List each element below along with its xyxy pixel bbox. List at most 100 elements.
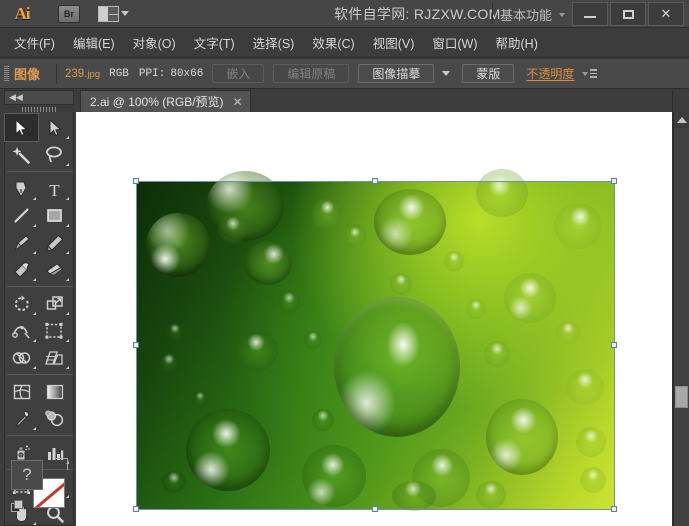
ppi-label: PPI:	[138, 67, 166, 80]
titlebar-divider	[492, 3, 493, 24]
pen-tool[interactable]	[5, 175, 38, 202]
rectangle-tool[interactable]	[38, 202, 71, 229]
direct-selection-tool[interactable]	[38, 114, 71, 141]
droplet-small	[218, 215, 248, 243]
bridge-icon[interactable]: Br	[58, 4, 80, 23]
app-logo-icon: Ai	[14, 3, 31, 23]
droplet-small	[576, 427, 606, 457]
droplet-small	[556, 321, 580, 345]
droplet	[302, 445, 366, 507]
tool-divider	[7, 286, 73, 287]
fill-swatch[interactable]: ?	[11, 460, 43, 490]
collapse-panel-button[interactable]: ◀◀	[4, 90, 74, 105]
rotate-tool[interactable]	[5, 290, 38, 317]
image-trace-button[interactable]: 图像描摹	[358, 64, 435, 83]
blend-tool[interactable]	[38, 405, 71, 432]
panel-menu-lines-icon	[590, 69, 598, 78]
line-segment-tool[interactable]	[5, 202, 38, 229]
droplet	[146, 213, 210, 277]
droplet-small	[392, 481, 436, 511]
menu-type[interactable]: 文字(T)	[186, 30, 243, 55]
chevron-down-icon	[559, 12, 566, 17]
control-divider	[56, 63, 58, 84]
menu-edit[interactable]: 编辑(E)	[65, 30, 123, 55]
control-panel-menu-icon[interactable]	[582, 69, 598, 78]
embed-button[interactable]: 嵌入	[212, 64, 265, 83]
droplet	[476, 169, 528, 217]
selection-handle-n[interactable]	[372, 178, 378, 184]
droplet-small	[312, 409, 334, 431]
selection-handle-e[interactable]	[611, 342, 617, 348]
menu-help[interactable]: 帮助(H)	[488, 30, 546, 55]
document-tab[interactable]: 2.ai @ 100% (RGB/预览) ✕	[80, 90, 251, 112]
blob-brush-tool[interactable]	[5, 256, 38, 283]
droplet-small	[166, 323, 184, 341]
image-trace-split-button[interactable]: 图像描摹	[358, 64, 453, 83]
arrange-documents-icon[interactable]	[98, 5, 129, 22]
droplet	[236, 331, 278, 371]
pencil-tool[interactable]	[38, 229, 71, 256]
droplet-small	[390, 273, 412, 295]
selection-handle-nw[interactable]	[133, 178, 139, 184]
mesh-tool[interactable]	[5, 378, 38, 405]
paintbrush-tool[interactable]	[5, 229, 38, 256]
default-fill-stroke-icon[interactable]	[11, 500, 24, 513]
chevron-down-icon	[582, 71, 589, 76]
droplet-small	[444, 251, 464, 271]
selection-handle-w[interactable]	[133, 342, 139, 348]
scrollbar-track[interactable]	[674, 128, 689, 526]
swap-fill-stroke-icon[interactable]	[56, 458, 68, 470]
edit-original-button[interactable]: 编辑原稿	[273, 64, 350, 83]
vertical-scrollbar[interactable]	[673, 112, 689, 526]
droplet-small	[278, 291, 300, 313]
opacity-label[interactable]: 不透明度	[526, 65, 574, 82]
shape-builder-tool[interactable]	[5, 344, 38, 371]
chevron-down-icon	[121, 11, 129, 16]
droplet-small	[344, 225, 366, 247]
selection-tool[interactable]	[4, 113, 39, 142]
droplet-small	[484, 341, 510, 367]
selection-handle-s[interactable]	[372, 506, 378, 512]
placed-image-water-droplets[interactable]	[136, 169, 614, 511]
linked-file-name[interactable]: 239.jpg	[65, 68, 100, 80]
control-bar-grip[interactable]	[4, 65, 9, 82]
free-transform-tool[interactable]	[38, 317, 71, 344]
maximize-button[interactable]	[610, 2, 646, 26]
selection-handle-ne[interactable]	[611, 178, 617, 184]
droplet-small	[466, 299, 486, 319]
width-tool[interactable]	[5, 317, 38, 344]
scroll-up-arrow-icon[interactable]	[674, 112, 689, 128]
menu-view[interactable]: 视图(V)	[365, 30, 423, 55]
magic-wand-tool[interactable]	[5, 141, 38, 168]
close-button[interactable]: ✕	[648, 2, 684, 26]
fill-stroke-controls: ?	[11, 458, 71, 513]
image-trace-preset-dropdown[interactable]	[438, 64, 453, 83]
workspace-switcher[interactable]: 基本功能	[500, 5, 566, 24]
selection-handle-sw[interactable]	[133, 506, 139, 512]
close-icon[interactable]: ✕	[233, 95, 243, 109]
menu-file[interactable]: 文件(F)	[6, 30, 63, 55]
droplet	[244, 241, 292, 285]
selection-handle-se[interactable]	[611, 506, 617, 512]
menu-effect[interactable]: 效果(C)	[304, 30, 362, 55]
eraser-tool[interactable]	[38, 256, 71, 283]
watermark-text: 软件自学网: RJZXW.COM	[334, 6, 501, 22]
document-tab-label: 2.ai @ 100% (RGB/预览)	[90, 95, 224, 109]
perspective-grid-tool[interactable]	[38, 344, 71, 371]
mask-button[interactable]: 蒙版	[462, 64, 515, 83]
menu-select[interactable]: 选择(S)	[245, 30, 303, 55]
arrange-box-glyph	[98, 5, 119, 22]
gradient-tool[interactable]	[38, 378, 71, 405]
type-tool[interactable]: T	[38, 175, 71, 202]
scrollbar-thumb[interactable]	[675, 386, 688, 408]
minimize-button[interactable]	[572, 2, 608, 26]
tool-divider	[7, 435, 73, 436]
document-canvas[interactable]	[76, 112, 673, 526]
menu-window[interactable]: 窗口(W)	[424, 30, 485, 55]
menu-object[interactable]: 对象(O)	[125, 30, 184, 55]
control-bar: 图像 239.jpg RGB PPI: 80x66 嵌入 编辑原稿 图像描摹 蒙…	[0, 59, 689, 89]
lasso-tool[interactable]	[38, 141, 71, 168]
droplet	[374, 189, 446, 255]
scale-tool[interactable]	[38, 290, 71, 317]
eyedropper-tool[interactable]	[5, 405, 38, 432]
